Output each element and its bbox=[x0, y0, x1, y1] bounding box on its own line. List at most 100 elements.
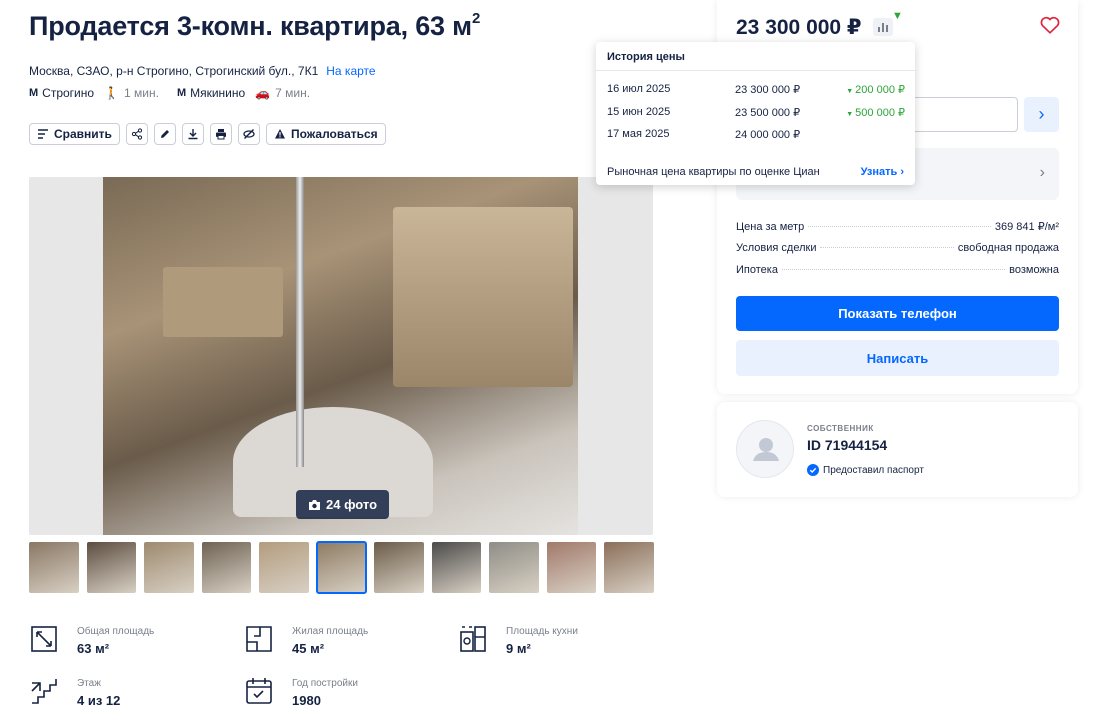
owner-id[interactable]: ID 71944154 bbox=[807, 437, 887, 453]
edit-button[interactable] bbox=[153, 123, 176, 145]
divider bbox=[596, 70, 915, 71]
camera-icon bbox=[309, 499, 320, 510]
photo-thumbnail[interactable] bbox=[431, 542, 481, 593]
car-icon: 🚗 bbox=[255, 86, 271, 100]
history-change: ▼ 200 000 ₽ bbox=[846, 83, 905, 96]
feature-total-area: Общая площадь 63 м² bbox=[29, 624, 154, 656]
complain-button[interactable]: Пожаловаться bbox=[265, 123, 386, 145]
photo-thumbnail[interactable] bbox=[29, 542, 79, 593]
owner-type: СОБСТВЕННИК bbox=[807, 424, 874, 433]
feature-value: 45 м² bbox=[292, 641, 325, 656]
photo-thumbnail[interactable] bbox=[144, 542, 194, 593]
bar-chart-icon bbox=[878, 23, 888, 32]
history-price: 23 500 000 ₽ bbox=[735, 107, 801, 119]
feature-floor: Этаж 4 из 12 bbox=[29, 676, 120, 708]
living-area-icon bbox=[246, 626, 272, 652]
detail-value: возможна bbox=[1009, 264, 1059, 276]
eye-off-icon bbox=[243, 129, 255, 139]
photo-thumbnail[interactable] bbox=[604, 542, 654, 593]
page-title: Продается 3-комн. квартира, 63 м2 bbox=[29, 10, 481, 41]
metro-time: 1 мин. bbox=[124, 86, 159, 100]
printer-icon bbox=[215, 129, 226, 140]
user-icon bbox=[753, 438, 779, 461]
compare-button[interactable]: Сравнить bbox=[29, 123, 120, 145]
price-history-button[interactable] bbox=[873, 18, 893, 36]
history-change-value: 200 000 ₽ bbox=[855, 84, 905, 96]
photo-count-button[interactable]: 24 фото bbox=[296, 490, 390, 519]
history-change-value: 500 000 ₽ bbox=[855, 107, 905, 119]
detail-value: свободная продажа bbox=[957, 242, 1059, 254]
write-button[interactable]: Написать bbox=[736, 340, 1059, 376]
price-down-icon: ▼ bbox=[892, 10, 903, 22]
avatar[interactable] bbox=[736, 420, 794, 478]
verified-icon bbox=[807, 464, 819, 476]
toolbar: Сравнить Пожаловаться bbox=[29, 123, 386, 145]
photo-thumbnail[interactable] bbox=[489, 542, 539, 593]
kitchen-icon bbox=[460, 626, 486, 652]
main-photo[interactable]: 24 фото bbox=[29, 177, 653, 535]
dots bbox=[820, 247, 954, 248]
feature-value: 9 м² bbox=[506, 641, 531, 656]
popup-title: История цены bbox=[607, 51, 685, 63]
owner-card: СОБСТВЕННИК ID 71944154 Предоставил пасп… bbox=[717, 402, 1078, 497]
kitchen-photo bbox=[103, 177, 578, 535]
metro-name: Строгино bbox=[42, 86, 95, 100]
passport-status: Предоставил паспорт bbox=[807, 464, 924, 476]
detail-key: Цена за метр bbox=[736, 221, 805, 233]
metro-list: M Строгино 🚶 1 мин. M Мякинино 🚗 7 мин. bbox=[29, 86, 328, 100]
pencil-icon bbox=[160, 130, 169, 138]
feature-value: 1980 bbox=[292, 693, 321, 708]
detail-key: Условия сделки bbox=[736, 242, 817, 254]
history-row: 15 июн 2025 23 500 000 ₽ ▼ 500 000 ₽ bbox=[607, 106, 905, 120]
detail-row: Ипотека возможна bbox=[736, 264, 1059, 286]
down-arrow-icon: ▼ bbox=[846, 88, 856, 95]
feature-label: Год постройки bbox=[292, 678, 358, 689]
photo-thumbnail[interactable] bbox=[259, 542, 309, 593]
history-price: 24 000 000 ₽ bbox=[735, 129, 801, 141]
warning-icon bbox=[274, 129, 285, 139]
photo-thumbnail[interactable] bbox=[315, 541, 367, 594]
photo-thumbnail[interactable] bbox=[374, 542, 424, 593]
print-button[interactable] bbox=[209, 123, 232, 145]
detail-value: 369 841 ₽/м² bbox=[994, 221, 1059, 233]
feature-living-area: Жилая площадь 45 м² bbox=[244, 624, 368, 656]
compare-icon bbox=[38, 129, 48, 139]
down-arrow-icon: ▼ bbox=[846, 111, 856, 118]
feature-label: Общая площадь bbox=[77, 626, 155, 637]
heart-icon[interactable] bbox=[1039, 14, 1061, 36]
photo-thumbnail[interactable] bbox=[86, 542, 136, 593]
share-button[interactable] bbox=[125, 123, 148, 145]
history-row: 17 мая 2025 24 000 000 ₽ bbox=[607, 128, 905, 142]
show-phone-button[interactable]: Показать телефон bbox=[736, 296, 1059, 331]
feature-year: Год постройки 1980 bbox=[244, 676, 358, 708]
feature-label: Жилая площадь bbox=[292, 626, 369, 637]
market-price-text: Рыночная цена квартиры по оценке Циан bbox=[607, 166, 820, 178]
learn-more-link[interactable]: Узнать › bbox=[861, 166, 904, 178]
hidden-input-field[interactable] bbox=[902, 97, 1018, 132]
history-date: 17 мая 2025 bbox=[607, 128, 670, 140]
download-button[interactable] bbox=[181, 123, 204, 145]
area-icon bbox=[31, 626, 57, 652]
feature-kitchen-area: Площадь кухни 9 м² bbox=[458, 624, 578, 656]
map-link[interactable]: На карте bbox=[326, 64, 375, 78]
feature-label: Этаж bbox=[77, 678, 101, 689]
metro-time: 7 мин. bbox=[275, 86, 311, 100]
photo-thumbnail[interactable] bbox=[201, 542, 251, 593]
walk-icon: 🚶 bbox=[104, 86, 120, 100]
photo-right-pad bbox=[578, 177, 653, 535]
metro-name: Мякинино bbox=[190, 86, 246, 100]
photo-cabinet bbox=[163, 267, 283, 337]
arrow-button[interactable]: › bbox=[1024, 97, 1059, 132]
feature-label: Площадь кухни bbox=[506, 626, 578, 637]
learn-more-label: Узнать bbox=[860, 166, 898, 178]
feature-value: 4 из 12 bbox=[77, 693, 121, 708]
photo-left-pad bbox=[29, 177, 103, 535]
photo-thumbnail[interactable] bbox=[546, 542, 596, 593]
feature-value: 63 м² bbox=[77, 641, 110, 656]
dots bbox=[808, 226, 991, 227]
calendar-icon bbox=[246, 678, 272, 704]
share-icon bbox=[131, 128, 143, 140]
photo-pole bbox=[296, 177, 304, 467]
hide-button[interactable] bbox=[237, 123, 260, 145]
download-icon bbox=[188, 129, 198, 140]
